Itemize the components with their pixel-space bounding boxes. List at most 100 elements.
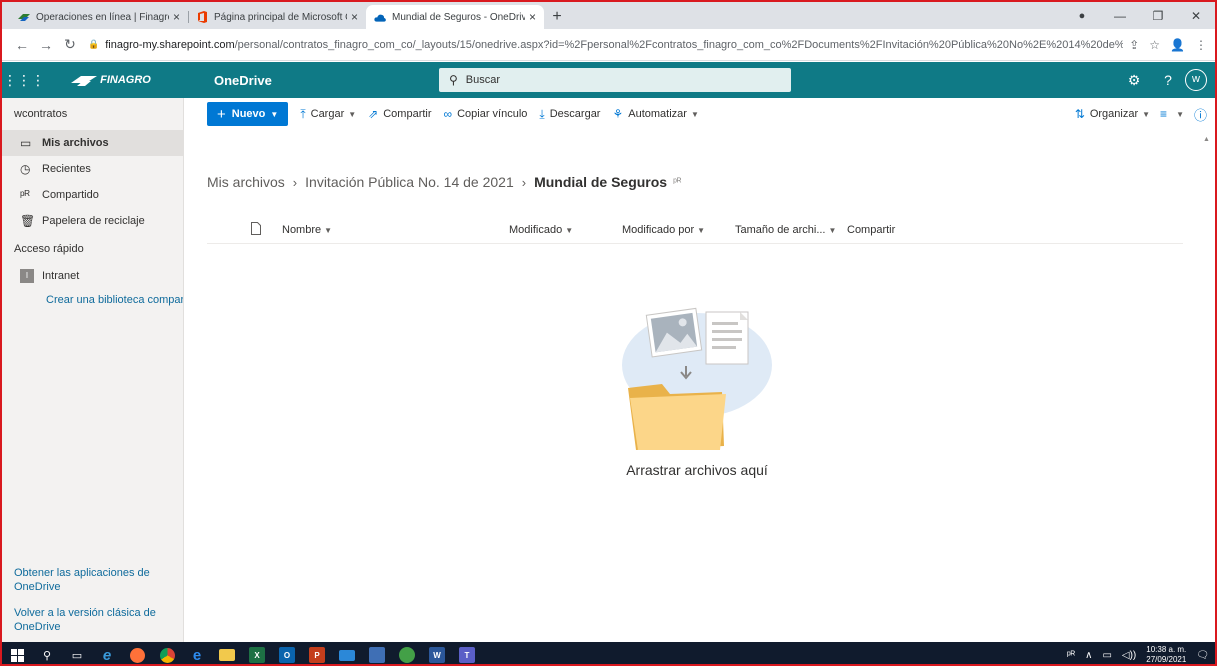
chevron-down-icon: ▼ [1142,109,1151,119]
excel-icon[interactable]: X [242,642,272,664]
forward-arrow-icon[interactable]: → [34,37,58,53]
close-window-icon[interactable]: ✕ [1177,9,1215,23]
close-tab-icon[interactable]: × [173,10,180,24]
browser-menu-icon[interactable]: ⋮ [1195,38,1207,52]
tab-title: Operaciones en línea | Finagro [36,11,169,23]
internet-explorer-icon[interactable]: e [92,642,122,664]
minimize-icon[interactable]: — [1101,9,1139,23]
view-options-button[interactable]: ≡ ▼ [1160,107,1184,121]
settings-gear-icon[interactable]: ⚙ [1117,72,1151,89]
restore-icon[interactable]: ❐ [1139,9,1177,23]
volume-icon[interactable]: ◁)) [1122,650,1136,661]
upload-button[interactable]: ⤒ Cargar ▼ [300,107,356,122]
app-window-icon[interactable] [332,642,362,664]
breadcrumb-current: Mundial de Seguros [534,174,668,190]
file-explorer-icon[interactable] [212,642,242,664]
tab-title: Página principal de Microsoft Office [214,11,347,23]
chevron-down-icon: ▼ [697,226,706,235]
back-arrow-icon[interactable]: ← [10,37,34,53]
app-name[interactable]: OneDrive [176,73,396,88]
tab-finagro[interactable]: Operaciones en línea | Finagro × [10,5,188,29]
sort-button[interactable]: ⇅ Organizar ▼ [1075,107,1150,121]
tab-onedrive[interactable]: Mundial de Seguros - OneDrive × [366,5,544,29]
teams-icon[interactable]: T [452,642,482,664]
record-icon[interactable]: ● [1063,10,1101,22]
sidebar-item-recientes[interactable]: ◷ Recientes [2,156,183,182]
get-apps-link[interactable]: Obtener las aplicaciones de OneDrive [14,566,174,594]
people-icon[interactable]: ᵖᴿ [1067,650,1075,661]
chevron-down-icon: ▼ [348,109,357,119]
share-page-icon[interactable]: ⇪ [1129,38,1139,52]
breadcrumb-parent[interactable]: Invitación Pública No. 14 de 2021 [305,174,514,190]
app-launcher-icon[interactable]: ⋮⋮⋮ [2,72,46,89]
share-button[interactable]: ⇗ Compartir [368,107,431,121]
close-tab-icon[interactable]: × [351,10,358,24]
green-app-icon[interactable] [392,642,422,664]
column-modified-by[interactable]: Modificado por ▼ [622,224,705,236]
clock-date: 27/09/2021 [1146,655,1187,664]
search-input[interactable]: ⚲ Buscar [439,68,791,92]
scroll-up-icon[interactable]: ▲ [1203,136,1210,143]
sidebar-item-mis-archivos[interactable]: ▭ Mis archivos [2,130,183,156]
file-list-header: Nombre ▼ Modificado ▼ Modificado por ▼ Tama… [207,218,1183,244]
file-type-icon[interactable] [251,222,261,238]
firefox-icon[interactable] [122,642,152,664]
automate-button[interactable]: ⚘ Automatizar ▼ [612,107,698,121]
url-field[interactable]: 🔒 finagro-my.sharepoint.com /personal/co… [88,33,1123,57]
classic-view-link[interactable]: Volver a la versión clásica de OneDrive [14,606,174,634]
windows-start-icon[interactable] [2,642,32,664]
lock-icon: 🔒 [88,39,100,49]
chrome-icon[interactable] [152,642,182,664]
word-icon[interactable]: W [422,642,452,664]
new-button[interactable]: + Nuevo ▼ [207,102,289,126]
scrollbar[interactable]: ▲ [1203,130,1211,634]
profile-icon[interactable]: 👤 [1170,38,1185,52]
sidebar-item-compartido[interactable]: ᵖᴿ Compartido [2,182,183,208]
tab-office[interactable]: Página principal de Microsoft Office × [188,5,366,29]
suite-bar: ⋮⋮⋮ FINAGRO OneDrive ⚲ Buscar ⚙ ? w [2,62,1215,98]
sidebar-item-papelera[interactable]: 🗑 Papelera de reciclaje [2,208,183,234]
copy-link-button[interactable]: ∞ Copiar vínculo [444,107,528,121]
column-sharing[interactable]: Compartir [847,224,895,236]
chevron-down-icon: ▼ [690,109,699,119]
url-path: /personal/contratos_finagro_com_co/_layo… [234,38,1124,51]
sidebar-item-intranet[interactable]: I Intranet [2,264,183,288]
new-tab-button[interactable]: + [544,5,570,29]
sort-icon: ⇅ [1074,107,1085,121]
column-modified[interactable]: Modificado ▼ [509,224,573,236]
chevron-down-icon: ▼ [828,226,837,235]
search-icon: ⚲ [449,73,458,87]
taskbar-clock[interactable]: 10:38 a. m. 27/09/2021 [1146,645,1187,664]
bookmark-star-icon[interactable]: ☆ [1149,38,1160,52]
tray-chevron-up-icon[interactable]: ∧ [1085,650,1092,661]
onedrive-cloud-icon [374,11,386,23]
empty-folder-illustration [622,307,772,450]
help-icon[interactable]: ? [1151,72,1185,88]
task-view-icon[interactable]: ▭ [62,642,92,664]
finagro-logo[interactable]: FINAGRO [46,74,176,86]
chevron-down-icon: ▼ [565,226,574,235]
flow-icon: ⚘ [612,107,624,121]
outlook-icon[interactable]: O [272,642,302,664]
remote-desktop-icon[interactable] [362,642,392,664]
address-bar: ← → ↻ 🔒 finagro-my.sharepoint.com /perso… [2,29,1215,61]
chevron-down-icon: ▼ [270,109,279,119]
column-name[interactable]: Nombre ▼ [282,224,332,236]
network-icon[interactable]: ▭ [1102,650,1111,661]
edge-icon[interactable]: e [182,642,212,664]
notifications-icon[interactable]: 🗨 [1196,650,1209,661]
column-size[interactable]: Tamaño de archi... ▼ [735,224,836,236]
info-icon[interactable]: ⓘ [1194,105,1207,124]
create-library-link[interactable]: Crear una biblioteca compartida [2,288,183,312]
close-tab-icon[interactable]: × [529,10,536,24]
avatar[interactable]: w [1185,69,1207,91]
empty-state-message: Arrastrar archivos aquí [626,462,768,478]
reload-icon[interactable]: ↻ [58,36,82,53]
shared-people-icon: ᵖᴿ [20,188,30,202]
taskbar-search-icon[interactable]: ⚲ [32,642,62,664]
chevron-down-icon: ▼ [324,226,333,235]
share-icon: ⇗ [368,107,379,121]
powerpoint-icon[interactable]: P [302,642,332,664]
download-button[interactable]: ⤓ Descargar [539,107,600,122]
breadcrumb-root[interactable]: Mis archivos [207,174,285,190]
